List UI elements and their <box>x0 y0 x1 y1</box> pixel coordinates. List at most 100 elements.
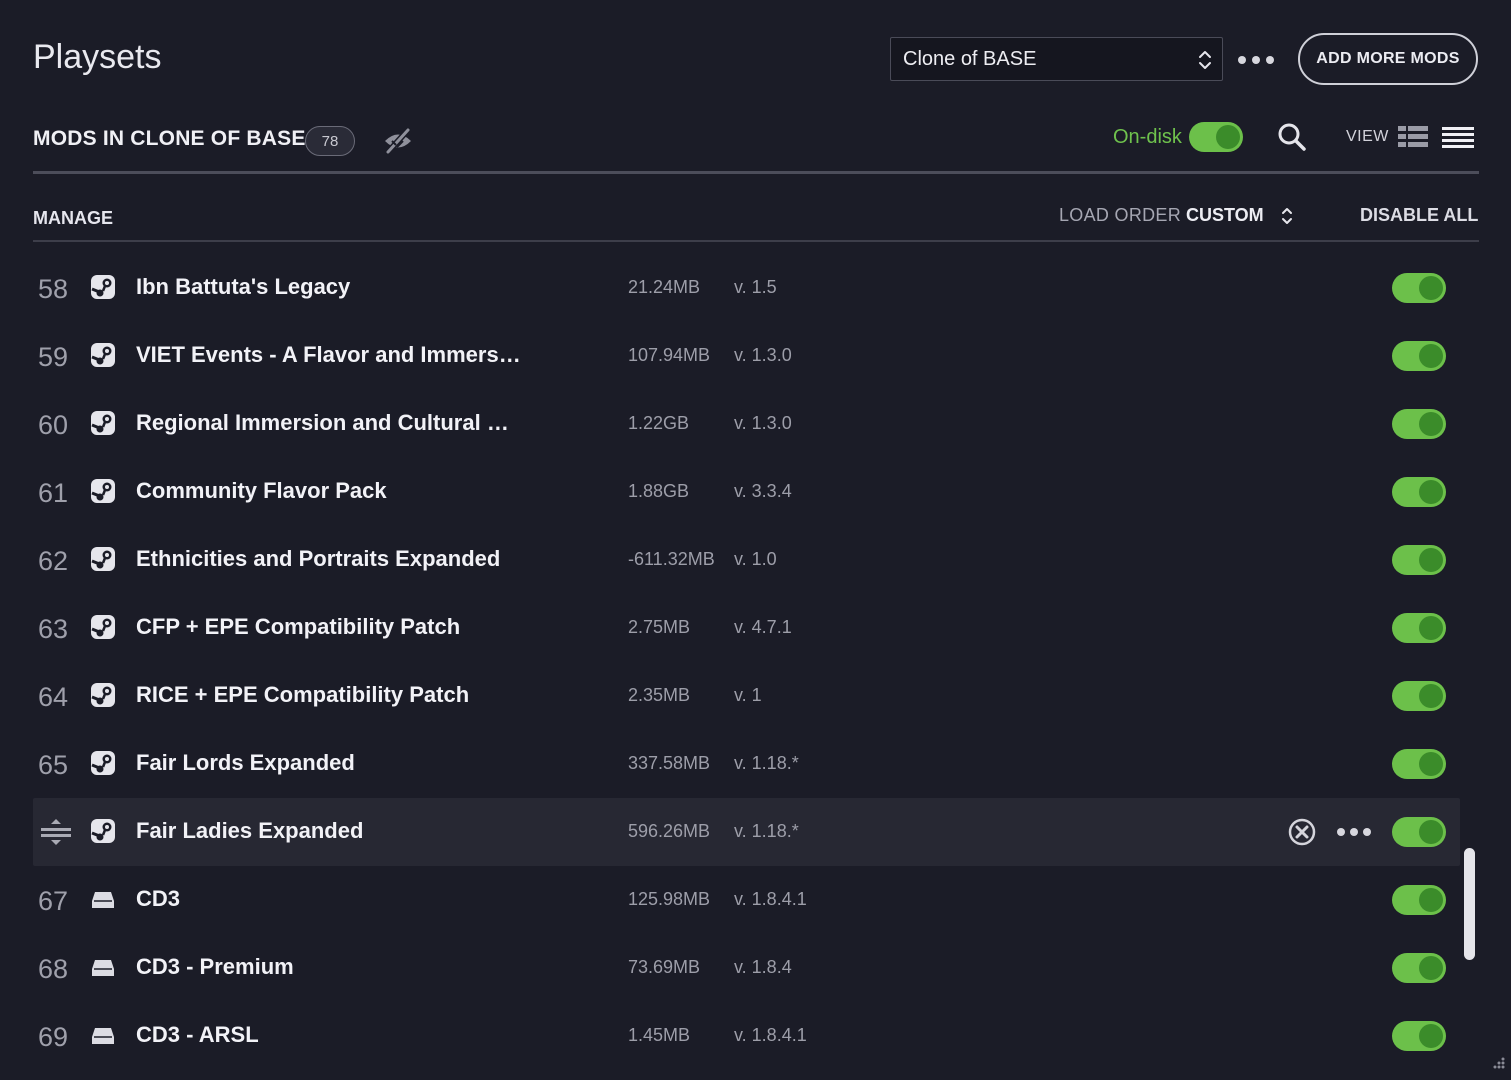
mod-row[interactable]: 59 VIET Events - A Flavor and Immers… 10… <box>0 322 1511 390</box>
mod-name: Fair Ladies Expanded <box>136 818 364 843</box>
mod-size: 73.69MB <box>628 957 701 977</box>
manage-divider <box>33 240 1479 242</box>
load-order-number: 68 <box>37 954 69 984</box>
mod-row[interactable]: 69 CD3 - ARSL 1.45MB v. 1.8.4.1 <box>0 1002 1511 1070</box>
playset-more-icon[interactable] <box>1238 52 1274 68</box>
load-order-number: 61 <box>37 478 69 508</box>
mod-enabled-toggle[interactable] <box>1392 681 1446 711</box>
mod-name: Fair Lords Expanded <box>136 750 355 775</box>
mod-size: 107.94MB <box>628 345 711 365</box>
mod-size: 337.58MB <box>628 753 711 773</box>
compact-list-view-icon[interactable] <box>1442 127 1474 154</box>
mod-row[interactable]: 62 Ethnicities and Portraits Expanded -6… <box>0 526 1511 594</box>
steam-icon <box>90 750 116 781</box>
local-drive-icon <box>90 954 116 985</box>
mod-name: Ethnicities and Portraits Expanded <box>136 546 501 571</box>
mod-enabled-toggle[interactable] <box>1392 749 1446 779</box>
mod-version: v. 1.8.4.1 <box>734 889 807 909</box>
mod-size: 2.35MB <box>628 685 691 705</box>
mod-enabled-toggle[interactable] <box>1392 273 1446 303</box>
search-icon[interactable] <box>1277 122 1307 157</box>
chevron-updown-icon[interactable] <box>1279 205 1295 232</box>
mod-enabled-toggle[interactable] <box>1392 341 1446 371</box>
on-disk-label: On-disk <box>1113 126 1182 148</box>
remove-mod-icon[interactable] <box>1288 818 1316 851</box>
steam-icon <box>90 546 116 577</box>
load-order-number: 63 <box>37 614 69 644</box>
on-disk-toggle[interactable] <box>1189 122 1243 152</box>
page-title: Playsets <box>33 38 162 76</box>
local-drive-icon <box>90 1022 116 1053</box>
toolbar-divider <box>33 171 1479 174</box>
mod-version: v. 1.8.4.1 <box>734 1025 807 1045</box>
load-order-number: 58 <box>37 274 69 304</box>
mod-name: CFP + EPE Compatibility Patch <box>136 614 461 639</box>
mod-enabled-toggle[interactable] <box>1392 613 1446 643</box>
playset-select[interactable]: Clone of BASE <box>890 37 1223 81</box>
mod-size: 1.88GB <box>628 481 690 501</box>
mod-row[interactable]: 64 RICE + EPE Compatibility Patch 2.35MB… <box>0 662 1511 730</box>
mod-version: v. 1 <box>734 685 762 705</box>
mod-name: VIET Events - A Flavor and Immers… <box>136 342 521 367</box>
resize-grip-icon[interactable] <box>1490 1056 1506 1077</box>
local-drive-icon <box>90 886 116 917</box>
load-order-select[interactable]: CUSTOM <box>1186 205 1264 226</box>
steam-icon <box>90 614 116 645</box>
mod-version: v. 4.7.1 <box>734 617 792 637</box>
mod-version: v. 3.3.4 <box>734 481 792 501</box>
mod-enabled-toggle[interactable] <box>1392 953 1446 983</box>
mod-more-icon[interactable] <box>1337 828 1371 836</box>
mod-version: v. 1.18.* <box>734 821 799 841</box>
drag-handle-icon[interactable] <box>40 818 72 851</box>
mod-name: RICE + EPE Compatibility Patch <box>136 682 470 707</box>
manage-label[interactable]: MANAGE <box>33 208 113 229</box>
mod-enabled-toggle[interactable] <box>1392 545 1446 575</box>
mod-size: 125.98MB <box>628 889 711 909</box>
load-order-number: 62 <box>37 546 69 576</box>
mod-name: Ibn Battuta's Legacy <box>136 274 351 299</box>
mod-row-selected[interactable]: Fair Ladies Expanded 596.26MB v. 1.18.* <box>0 798 1511 866</box>
mod-enabled-toggle[interactable] <box>1392 1021 1446 1051</box>
steam-icon <box>90 342 116 373</box>
mods-heading: MODS IN CLONE OF BASE <box>33 127 306 150</box>
mod-row[interactable]: 68 CD3 - Premium 73.69MB v. 1.8.4 <box>0 934 1511 1002</box>
mod-list: 58 Ibn Battuta's Legacy 21.24MB v. 1.5 5… <box>0 254 1511 1070</box>
mod-row[interactable]: 67 CD3 125.98MB v. 1.8.4.1 <box>0 866 1511 934</box>
chevron-updown-icon <box>1198 48 1212 78</box>
mod-count-badge: 78 <box>305 126 355 156</box>
mod-size: 596.26MB <box>628 821 711 841</box>
load-order-number: 69 <box>37 1022 69 1052</box>
mod-version: v. 1.8.4 <box>734 957 792 977</box>
mod-enabled-toggle[interactable] <box>1392 477 1446 507</box>
steam-icon <box>90 410 116 441</box>
mod-size: 21.24MB <box>628 277 701 297</box>
hide-disabled-icon[interactable] <box>382 126 414 161</box>
load-order-number: 64 <box>37 682 69 712</box>
mod-name: CD3 <box>136 886 181 911</box>
detailed-view-icon[interactable] <box>1398 126 1428 153</box>
mod-enabled-toggle[interactable] <box>1392 817 1446 847</box>
steam-icon <box>90 818 116 849</box>
mod-name: CD3 - Premium <box>136 954 294 979</box>
mod-size: -611.32MB <box>628 549 715 569</box>
steam-icon <box>90 478 116 509</box>
mod-version: v. 1.18.* <box>734 753 799 773</box>
scrollbar-thumb[interactable] <box>1464 848 1475 960</box>
mod-enabled-toggle[interactable] <box>1392 409 1446 439</box>
mod-row[interactable]: 63 CFP + EPE Compatibility Patch 2.75MB … <box>0 594 1511 662</box>
playset-select-value: Clone of BASE <box>903 47 1037 70</box>
mod-row[interactable]: 58 Ibn Battuta's Legacy 21.24MB v. 1.5 <box>0 254 1511 322</box>
disable-all-button[interactable]: DISABLE ALL <box>1360 205 1478 226</box>
mod-enabled-toggle[interactable] <box>1392 885 1446 915</box>
mod-row[interactable]: 60 Regional Immersion and Cultural … 1.2… <box>0 390 1511 458</box>
mod-row[interactable]: 65 Fair Lords Expanded 337.58MB v. 1.18.… <box>0 730 1511 798</box>
view-label: VIEW <box>1346 128 1389 145</box>
add-more-mods-button[interactable]: ADD MORE MODS <box>1298 33 1478 85</box>
mod-size: 1.45MB <box>628 1025 691 1045</box>
load-order-number: 67 <box>37 886 69 916</box>
load-order-number: 65 <box>37 750 69 780</box>
mod-size: 2.75MB <box>628 617 691 637</box>
mod-version: v. 1.3.0 <box>734 413 792 433</box>
mod-row[interactable]: 61 Community Flavor Pack 1.88GB v. 3.3.4 <box>0 458 1511 526</box>
mod-version: v. 1.3.0 <box>734 345 792 365</box>
